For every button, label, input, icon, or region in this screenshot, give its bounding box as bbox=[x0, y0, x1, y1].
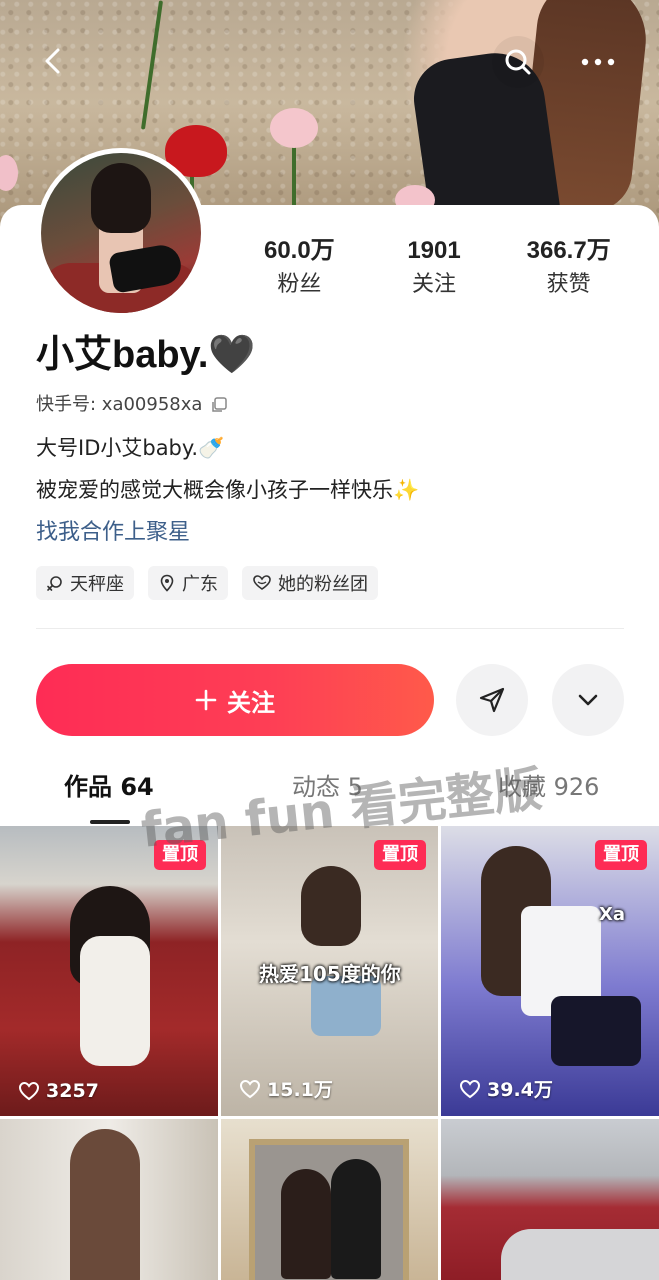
like-count: 3257 bbox=[18, 1080, 99, 1102]
post-person-skirt bbox=[551, 996, 641, 1066]
bio-line-2: 被宠爱的感觉大概会像小孩子一样快乐✨ bbox=[36, 478, 420, 502]
like-count: 39.4万 bbox=[459, 1075, 553, 1102]
like-count-value: 3257 bbox=[46, 1080, 99, 1102]
tag-location[interactable]: 广东 bbox=[148, 566, 228, 600]
post-overlay-text: 热爱105度的你 bbox=[259, 962, 401, 986]
like-count-value: 15.1万 bbox=[267, 1079, 333, 1101]
collab-link[interactable]: 找我合作上聚星 bbox=[36, 516, 190, 550]
stat-value: 60.0万 bbox=[263, 237, 335, 264]
avatar-image bbox=[41, 153, 201, 313]
gender-symbol-icon bbox=[47, 576, 62, 591]
fan-club-heart-icon bbox=[253, 575, 271, 590]
search-icon bbox=[505, 49, 531, 75]
follow-label: 关注 bbox=[227, 688, 275, 717]
tag-zodiac[interactable]: 天秤座 bbox=[36, 566, 134, 600]
share-button[interactable] bbox=[456, 664, 528, 736]
stat-fans[interactable]: 60.0万 粉丝 bbox=[232, 236, 367, 306]
bio-line-1: 大号ID小艾baby.🍼 bbox=[36, 436, 225, 460]
plus-icon bbox=[195, 689, 217, 711]
post-thumbnail[interactable]: 置顶 3257 bbox=[0, 826, 218, 1116]
post-thumbnail[interactable] bbox=[221, 1119, 438, 1280]
avatar[interactable] bbox=[36, 148, 206, 318]
stat-likes[interactable]: 366.7万 获赞 bbox=[501, 236, 636, 306]
tag-label: 天秤座 bbox=[70, 574, 124, 595]
tag-label: 她的粉丝团 bbox=[278, 574, 368, 595]
search-button[interactable] bbox=[492, 36, 544, 88]
like-count-value: 39.4万 bbox=[487, 1079, 553, 1101]
profile-tags: 天秤座 广东 她的粉丝团 bbox=[36, 566, 378, 600]
like-count: 15.1万 bbox=[239, 1075, 333, 1102]
send-icon bbox=[479, 687, 505, 713]
stat-label: 关注 bbox=[412, 272, 457, 297]
heart-icon bbox=[18, 1081, 40, 1101]
post-thumbnail[interactable]: 置顶 Xa 39.4万 bbox=[441, 826, 659, 1116]
post-overlay-text: Xa bbox=[599, 904, 626, 925]
profile-stats: 60.0万 粉丝 1901 关注 366.7万 获赞 bbox=[232, 236, 636, 306]
stat-label: 粉丝 bbox=[277, 272, 322, 297]
pinned-badge: 置顶 bbox=[595, 840, 647, 870]
post-person bbox=[70, 1129, 140, 1280]
cover-pink-rose bbox=[270, 108, 318, 148]
kuaishou-id-text: 快手号: xa00958xa bbox=[36, 394, 203, 415]
tag-fan-club[interactable]: 她的粉丝团 bbox=[242, 566, 378, 600]
stat-value: 366.7万 bbox=[526, 237, 611, 264]
profile-name: 小艾baby.🖤 bbox=[36, 334, 256, 376]
post-car-body bbox=[501, 1229, 659, 1280]
avatar-hair bbox=[91, 163, 151, 233]
tag-label: 广东 bbox=[182, 574, 218, 595]
post-person-hair bbox=[301, 866, 361, 946]
more-options-button[interactable] bbox=[572, 36, 624, 88]
heart-icon bbox=[239, 1079, 261, 1098]
post-grid: 置顶 3257 置顶 热爱105度的你 15.1万 置顶 Xa 39.4万 bbox=[0, 826, 659, 1280]
post-thumbnail[interactable] bbox=[0, 1119, 218, 1280]
expand-recommendations-button[interactable] bbox=[552, 664, 624, 736]
post-person bbox=[331, 1159, 381, 1279]
follow-button[interactable]: 关注 bbox=[36, 664, 434, 736]
stat-following[interactable]: 1901 关注 bbox=[367, 236, 502, 306]
kuaishou-id-row: 快手号: xa00958xa bbox=[36, 392, 228, 418]
post-person bbox=[281, 1169, 331, 1279]
stat-value: 1901 bbox=[407, 237, 461, 264]
back-button[interactable] bbox=[28, 35, 80, 87]
post-thumbnail[interactable]: 置顶 热爱105度的你 15.1万 bbox=[221, 826, 438, 1116]
section-divider bbox=[36, 628, 624, 629]
post-person-dress bbox=[80, 936, 150, 1066]
location-pin-icon bbox=[160, 574, 174, 592]
more-dots-icon bbox=[581, 58, 615, 66]
chevron-left-icon bbox=[45, 48, 60, 74]
copy-icon[interactable] bbox=[210, 396, 228, 414]
pinned-badge: 置顶 bbox=[374, 840, 426, 870]
chevron-down-icon bbox=[578, 694, 598, 706]
stat-label: 获赞 bbox=[546, 272, 591, 297]
post-thumbnail[interactable] bbox=[441, 1119, 659, 1280]
active-tab-indicator bbox=[90, 820, 130, 824]
heart-icon bbox=[459, 1079, 481, 1098]
